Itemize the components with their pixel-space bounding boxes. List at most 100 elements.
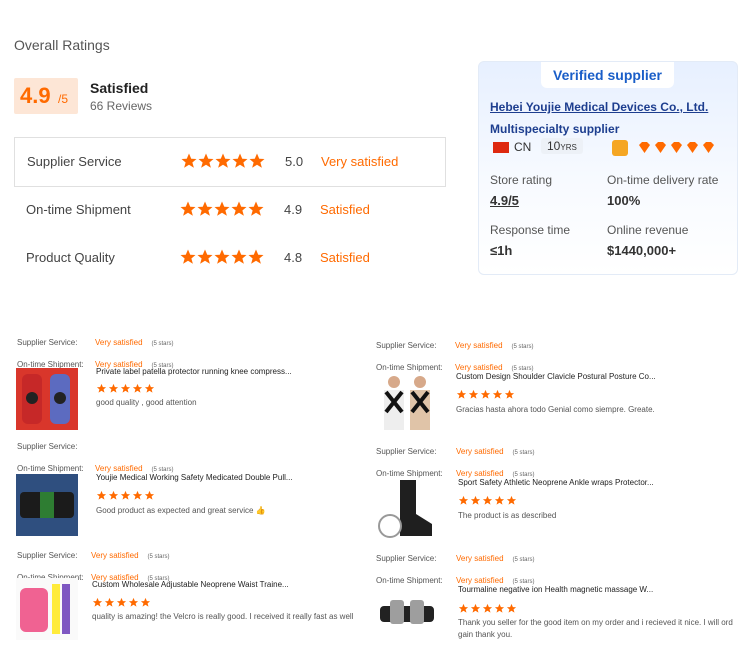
review-product-title[interactable]: Custom Design Shoulder Clavicle Postural… [456,372,656,381]
knee-brace-icon [22,374,70,424]
star-icon [231,201,247,216]
shipment-label: On-time Shipment: [376,363,443,372]
review-text: Gracias hasta ahora todo Genial como sie… [456,405,655,414]
star-icon [92,598,103,607]
review-meta-1: Supplier Service: Very satisfied (5 stars… [17,332,173,372]
service-label: Supplier Service: [376,341,437,350]
product-thumbnail[interactable] [376,372,438,434]
verified-supplier-card: Verified supplier Hebei Youjie Medical D… [478,61,738,275]
review-stars [458,492,518,510]
verified-badge-text: Verified supplier [553,67,662,83]
shipment-word: Very satisfied [456,469,504,478]
star-icon [482,604,493,613]
review-meta-5: Supplier Service: Very satisfied (5 stars… [376,441,534,481]
years-badge: 10YRS [541,138,583,154]
store-rating-label: Store rating [490,173,553,187]
star-icon [232,153,248,168]
years-unit: YRS [560,143,577,152]
review-stars [96,487,156,505]
overall-score-suffix: /5 [58,92,69,106]
rating-word: Satisfied [320,202,370,217]
shipment-word: Very satisfied [95,464,143,473]
review-meta-4: Supplier Service: Very satisfied (5 stars… [376,335,533,375]
shipment-label: On-time Shipment: [376,469,443,478]
shipment-word: Very satisfied [456,576,504,585]
rating-word: Very satisfied [321,154,399,169]
posture-corrector-icon [384,376,430,430]
magnetic-massage-belt-icon [380,600,434,624]
waist-trainer-icon [20,584,70,634]
review-product-title[interactable]: Private label patella protector running … [96,367,292,376]
service-word: Very satisfied [455,341,503,350]
supplier-type: Multispecialty supplier [490,122,620,136]
review-product-title[interactable]: Custom Wholesale Adjustable Neoprene Wai… [92,580,289,589]
response-time-label: Response time [490,223,571,237]
rating-stars [180,152,265,170]
star-icon [104,598,115,607]
star-icon [144,384,155,393]
review-text: Good product as expected and great servi… [96,506,266,515]
star-icon [108,491,119,500]
star-icon [132,491,143,500]
star-icon [180,249,196,264]
stars-note: (5 stars) [151,341,174,347]
product-thumbnail[interactable] [16,368,78,430]
product-thumbnail[interactable] [16,474,78,536]
review-product-title[interactable]: Youjie Medical Working Safety Medicated … [96,473,293,482]
star-icon [96,491,107,500]
service-label: Supplier Service: [17,338,78,347]
review-count: 66 Reviews [90,99,153,113]
review-stars [96,380,156,398]
shipment-word: Very satisfied [455,363,503,372]
star-icon [140,598,151,607]
review-text-continued: gain thank you. [458,630,513,639]
overall-score: 4.9 [20,83,51,108]
store-rating-value[interactable]: 4.9/5 [490,193,519,208]
back-support-belt-icon [20,492,74,518]
overall-ratings-title: Overall Ratings [14,37,110,53]
rating-word: Satisfied [320,250,370,265]
service-label: Supplier Service: [376,554,437,563]
service-label: Supplier Service: [376,447,437,456]
stars-note: (5 stars) [147,554,170,560]
service-word: Very satisfied [95,338,143,347]
star-icon [470,604,481,613]
star-icon [248,201,264,216]
product-thumbnail[interactable] [16,578,78,640]
rating-row-supplier-service: Supplier Service 5.0 Very satisfied [14,137,446,187]
star-icon [120,384,131,393]
rating-row-on-time-shipment: On-time Shipment 4.9 Satisfied [14,186,444,234]
star-icon [492,390,503,399]
star-icon [231,249,247,264]
review-product-title[interactable]: Sport Safety Athletic Neoprene Ankle wra… [458,478,654,487]
review-stars [458,600,518,618]
star-icon [482,496,493,505]
service-word: Very satisfied [91,551,139,560]
review-stars [456,386,516,404]
star-icon [494,604,505,613]
overall-label: Satisfied [90,80,149,96]
product-thumbnail[interactable] [376,584,438,646]
diamond-rating-icons [637,141,719,160]
review-text: Thank you seller for the good item on my… [458,618,733,627]
star-icon [108,384,119,393]
online-revenue-label: Online revenue [607,223,689,237]
rating-row-product-quality: Product Quality 4.8 Satisfied [14,234,444,282]
star-icon [128,598,139,607]
product-thumbnail[interactable] [376,478,438,540]
star-icon [249,153,265,168]
verified-supplier-badge: Verified supplier [541,62,674,88]
online-revenue-value: $1440,000+ [607,243,677,258]
service-label: Supplier Service: [17,551,78,560]
country-code: CN [514,140,532,154]
star-icon [458,496,469,505]
company-name-link[interactable]: Hebei Youjie Medical Devices Co., Ltd. [490,100,708,114]
rating-label: On-time Shipment [26,202,131,217]
china-flag-icon [493,142,509,153]
rating-label: Product Quality [26,250,115,265]
star-icon [494,496,505,505]
star-icon [198,153,214,168]
review-product-title[interactable]: Tourmaline negative ion Health magnetic … [458,585,653,594]
rating-value: 4.8 [284,250,303,265]
star-icon [180,201,196,216]
